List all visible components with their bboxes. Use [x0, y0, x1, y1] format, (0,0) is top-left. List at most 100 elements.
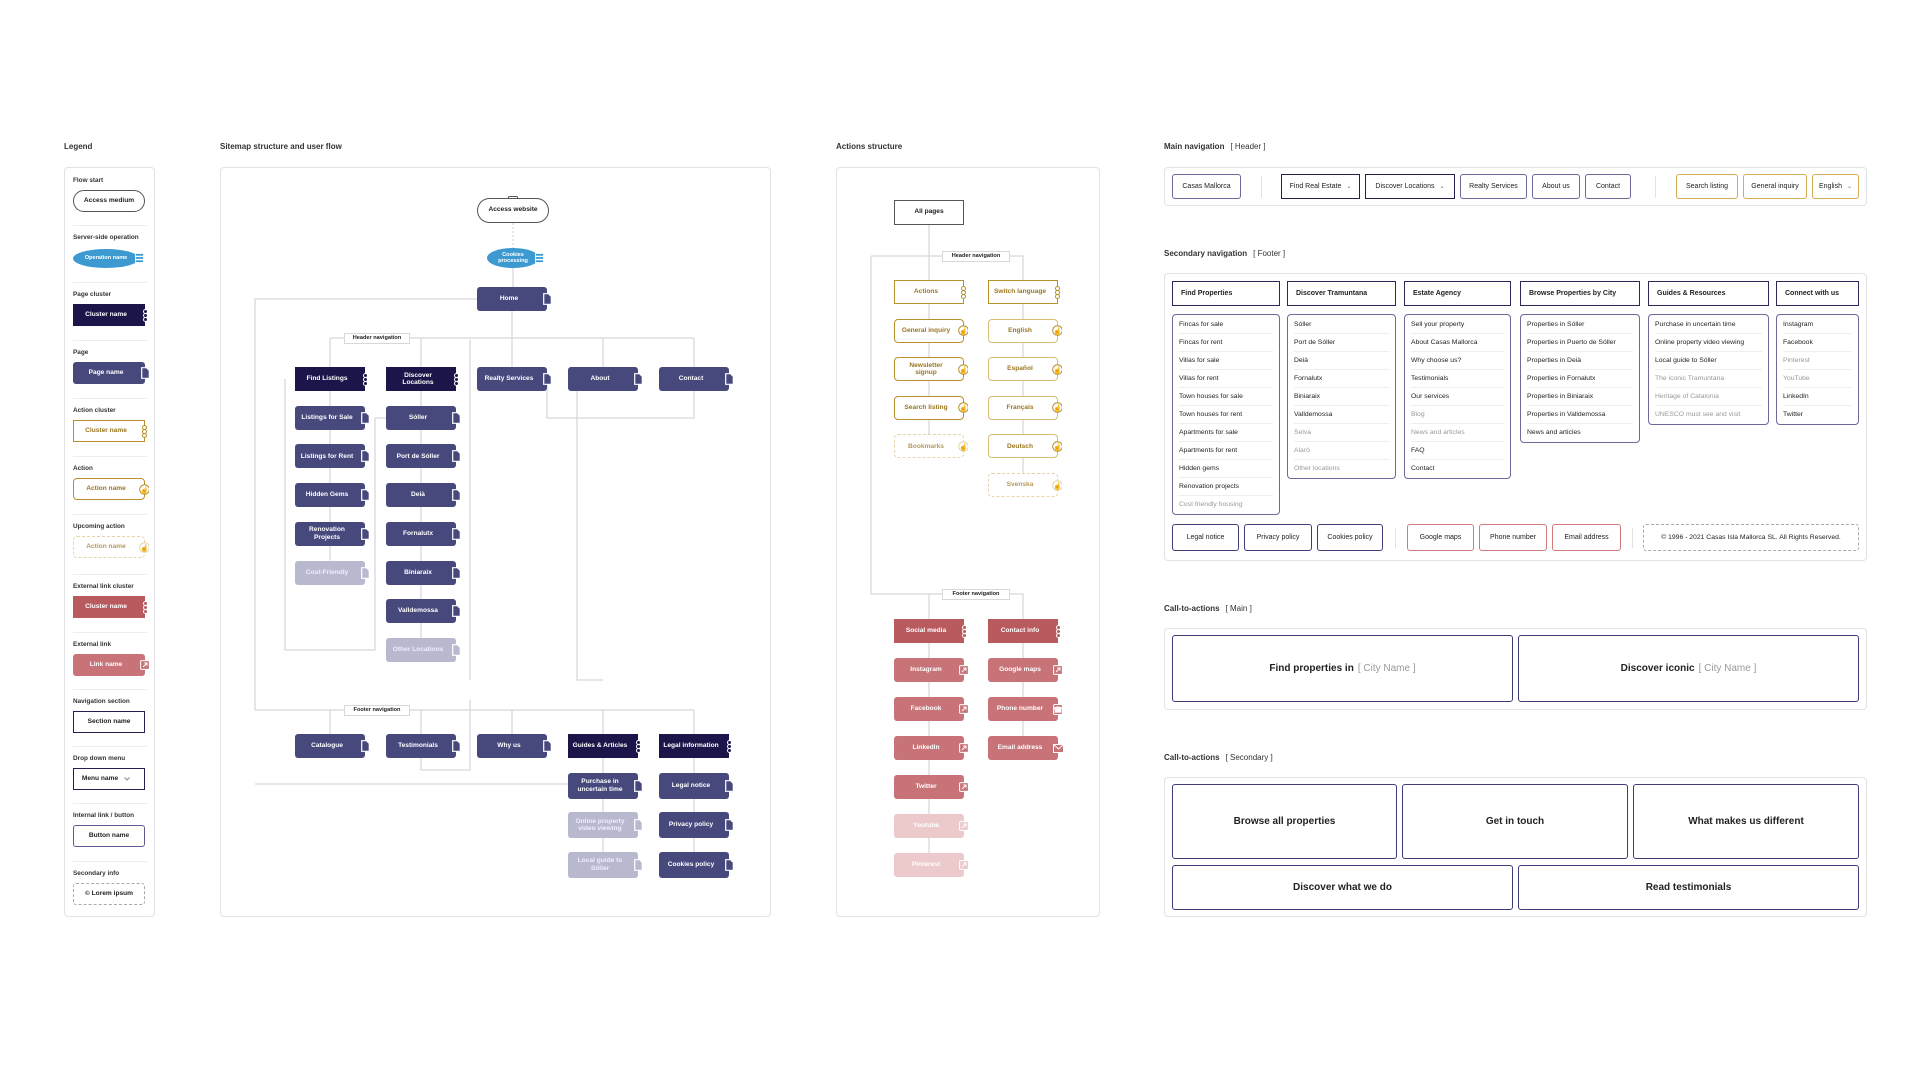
footer-link[interactable]: Fornalutx [1294, 370, 1389, 388]
page-item[interactable]: Hidden Gems [295, 483, 370, 508]
page-item[interactable]: Other Locations [386, 637, 461, 662]
page-about[interactable]: About [568, 367, 643, 391]
footer-link[interactable]: Villas for sale [1179, 352, 1273, 370]
page-item[interactable]: Legal notice [659, 772, 734, 799]
page-item[interactable]: Port de Sóller [386, 444, 461, 469]
page-item[interactable]: Fornalutx [386, 521, 461, 546]
footer-link[interactable]: Purchase in uncertain time [1655, 316, 1762, 334]
server-op-cookies[interactable]: Cookies processing [487, 248, 544, 268]
header-nav-button[interactable]: English ⌄ [1812, 174, 1859, 199]
footer-link[interactable]: News and articles [1411, 424, 1504, 442]
cluster-discover-locations[interactable]: Discover Locations [386, 367, 459, 391]
cta-secondary-button[interactable]: Discover what we do [1172, 865, 1513, 910]
footer-link[interactable]: Properties in Valldemossa [1527, 406, 1633, 424]
footer-link[interactable]: Properties in Puerto de Sóller [1527, 334, 1633, 352]
header-nav-button[interactable]: Search listing [1676, 174, 1738, 199]
external-cluster-social-media[interactable]: Social media [894, 619, 967, 643]
action-item[interactable]: Deutsch ☝ [988, 434, 1062, 459]
header-nav-button[interactable]: Discover Locations ⌄ [1365, 174, 1455, 199]
footer-link[interactable]: Properties in Sóller [1527, 316, 1633, 334]
footer-link[interactable]: Blog [1411, 406, 1504, 424]
legal-button[interactable]: Cookies policy [1317, 524, 1383, 551]
footer-link[interactable]: Alaró [1294, 442, 1389, 460]
footer-link[interactable]: Selva [1294, 424, 1389, 442]
page-home[interactable]: Home [477, 287, 552, 311]
footer-link[interactable]: Deià [1294, 352, 1389, 370]
action-item[interactable]: Search listing ☝ [894, 395, 968, 420]
footer-link[interactable]: Hidden gems [1179, 460, 1273, 478]
footer-link[interactable]: Facebook [1783, 334, 1852, 352]
header-nav-button[interactable]: Contact [1585, 174, 1631, 199]
page-realty-services[interactable]: Realty Services [477, 367, 552, 391]
page-item[interactable]: Cost-Friendly [295, 560, 370, 585]
cluster-find-listings[interactable]: Find Listings [295, 367, 368, 391]
external-cluster-contact-info[interactable]: Contact info [988, 619, 1061, 643]
page-item[interactable]: Listings for Sale [295, 405, 370, 430]
header-nav-button[interactable]: Casas Mallorca [1172, 174, 1241, 199]
footer-link[interactable]: Other locations [1294, 460, 1389, 477]
footer-link[interactable]: Town houses for rent [1179, 406, 1273, 424]
footer-link[interactable]: Sóller [1294, 316, 1389, 334]
action-item[interactable]: Svenska ☝ [988, 473, 1062, 497]
action-cluster-actions[interactable]: Actions [894, 280, 966, 304]
legal-button[interactable]: Privacy policy [1244, 524, 1312, 551]
footer-link[interactable]: Instagram [1783, 316, 1852, 334]
footer-link[interactable]: About Casas Mallorca [1411, 334, 1504, 352]
cta-secondary-button[interactable]: Read testimonials [1518, 865, 1859, 910]
cluster-guides-articles[interactable]: Guides & Articles [568, 734, 641, 758]
header-nav-button[interactable]: Realty Services [1460, 174, 1527, 199]
footer-link[interactable]: Properties in Biniaraix [1527, 388, 1633, 406]
footer-link[interactable]: Biniaraix [1294, 388, 1389, 406]
footer-link[interactable]: Renovation projects [1179, 478, 1273, 496]
footer-link[interactable]: Testimonials [1411, 370, 1504, 388]
legal-button[interactable]: Legal notice [1172, 524, 1239, 551]
page-item[interactable]: Biniaraix [386, 560, 461, 585]
external-link-item[interactable]: Instagram [894, 658, 969, 682]
page-item[interactable]: Local guide to Sóller [568, 851, 643, 878]
page-item[interactable]: Cookies policy [659, 851, 734, 878]
page-item[interactable]: Sóller [386, 405, 461, 430]
footer-link[interactable]: Local guide to Sóller [1655, 352, 1762, 370]
footer-link[interactable]: FAQ [1411, 442, 1504, 460]
footer-link[interactable]: Heritage of Catalonia [1655, 388, 1762, 406]
action-item[interactable]: Français ☝ [988, 395, 1062, 420]
page-item[interactable]: Purchase in uncertain time [568, 772, 643, 799]
cta-secondary-button[interactable]: Get in touch [1402, 784, 1628, 859]
action-item[interactable]: Bookmarks ☝ [894, 434, 968, 459]
footer-link[interactable]: Apartments for sale [1179, 424, 1273, 442]
footer-link[interactable]: Pinterest [1783, 352, 1852, 370]
footer-link[interactable]: Online property video viewing [1655, 334, 1762, 352]
page-catalogue[interactable]: Catalogue [295, 734, 370, 758]
external-link-item[interactable]: Twitter [894, 775, 969, 799]
footer-link[interactable]: LinkedIn [1783, 388, 1852, 406]
footer-link[interactable]: Fincas for sale [1179, 316, 1273, 334]
action-item[interactable]: English ☝ [988, 318, 1062, 343]
footer-link[interactable]: Fincas for rent [1179, 334, 1273, 352]
footer-link[interactable]: Villas for rent [1179, 370, 1273, 388]
page-item[interactable]: Renovation Projects [295, 521, 370, 546]
page-item[interactable]: Valldemossa [386, 599, 461, 624]
cta-secondary-button[interactable]: Browse all properties [1172, 784, 1397, 859]
page-item[interactable]: Listings for Rent [295, 444, 370, 469]
footer-link[interactable]: Town houses for sale [1179, 388, 1273, 406]
contact-button[interactable]: Email address [1552, 524, 1621, 551]
footer-link[interactable]: Valldemossa [1294, 406, 1389, 424]
page-why-us[interactable]: Why us [477, 734, 552, 758]
footer-link[interactable]: Cost friendly housing [1179, 496, 1273, 513]
footer-link[interactable]: Why choose us? [1411, 352, 1504, 370]
action-item[interactable]: General inquiry ☝ [894, 318, 968, 343]
footer-link[interactable]: Contact [1411, 460, 1504, 477]
cta-main-button[interactable]: Find properties in[ City Name ] [1172, 635, 1513, 702]
external-link-item[interactable]: LinkedIn [894, 736, 969, 760]
cta-main-button[interactable]: Discover iconic[ City Name ] [1518, 635, 1859, 702]
header-nav-button[interactable]: General inquiry [1743, 174, 1807, 199]
page-testimonials[interactable]: Testimonials [386, 734, 461, 758]
footer-link[interactable]: Sell your property [1411, 316, 1504, 334]
page-contact[interactable]: Contact [659, 367, 734, 391]
footer-link[interactable]: Our services [1411, 388, 1504, 406]
external-link-item[interactable]: Pinterest [894, 853, 969, 877]
cta-secondary-button[interactable]: What makes us different [1633, 784, 1859, 859]
cluster-legal-information[interactable]: Legal information [659, 734, 732, 758]
page-item[interactable]: Online property video viewing [568, 812, 643, 839]
footer-link[interactable]: Properties in Deià [1527, 352, 1633, 370]
